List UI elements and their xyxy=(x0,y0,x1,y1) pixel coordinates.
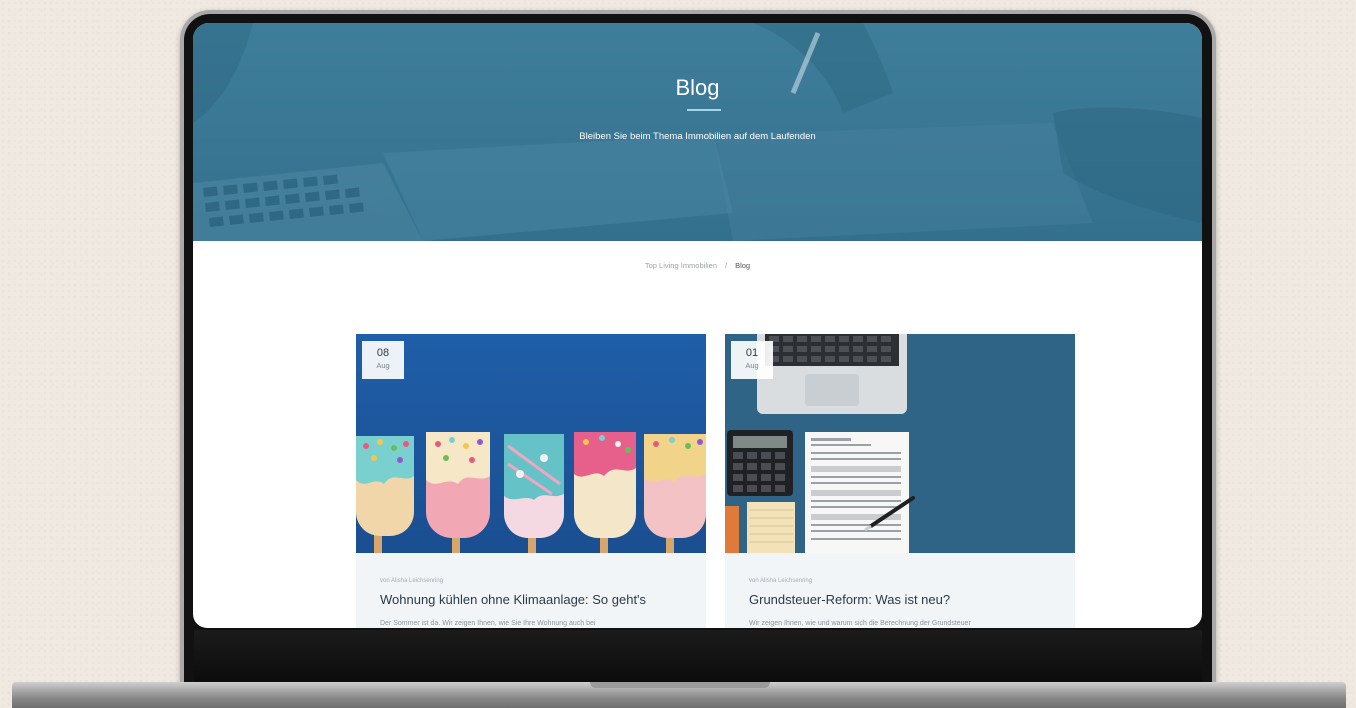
laptop-base-notch xyxy=(590,682,770,688)
breadcrumb-separator: / xyxy=(725,261,728,270)
post-excerpt: Wir zeigen Ihnen, wie und warum sich die… xyxy=(749,620,971,627)
date-month: Aug xyxy=(745,361,759,370)
laptop-keyboard-reflection xyxy=(194,630,1202,682)
date-badge: 01 Aug xyxy=(731,341,773,379)
breadcrumb-home-link[interactable]: Top Living Immobilien xyxy=(645,261,717,270)
post-title-link[interactable]: Wohnung kühlen ohne Klimaanlage: So geht… xyxy=(380,592,646,607)
page-title: Blog xyxy=(675,75,720,100)
page-subtitle: Bleiben Sie beim Thema Immobilien auf de… xyxy=(579,131,816,142)
post-author: von Alisha Leichsenring xyxy=(380,578,444,584)
hero-banner: Blog Bleiben Sie beim Thema Immobilien a… xyxy=(193,23,1202,241)
browser-screen: Blog Bleiben Sie beim Thema Immobilien a… xyxy=(193,23,1202,628)
date-month: Aug xyxy=(376,361,390,370)
post-title-link[interactable]: Grundsteuer-Reform: Was ist neu? xyxy=(749,592,950,607)
blog-post-card[interactable]: 01 Aug von Alisha Leichsenring Grundsteu… xyxy=(725,334,1075,628)
title-underline xyxy=(687,109,721,111)
breadcrumb: Top Living Immobilien / Blog xyxy=(193,261,1202,270)
date-day: 08 xyxy=(376,347,390,359)
tax-form-desk-image[interactable]: 01 Aug xyxy=(725,334,1075,553)
post-excerpt: Der Sommer ist da. Wir zeigen Ihnen, wie… xyxy=(380,620,596,627)
date-day: 01 xyxy=(745,347,759,359)
post-author: von Alisha Leichsenring xyxy=(749,578,813,584)
ice-cream-popsicles-image[interactable]: 08 Aug xyxy=(356,334,706,553)
blog-post-card[interactable]: 08 Aug von Alisha Leichsenring Wohnung k… xyxy=(356,334,706,628)
breadcrumb-current: Blog xyxy=(735,261,751,270)
date-badge: 08 Aug xyxy=(362,341,404,379)
